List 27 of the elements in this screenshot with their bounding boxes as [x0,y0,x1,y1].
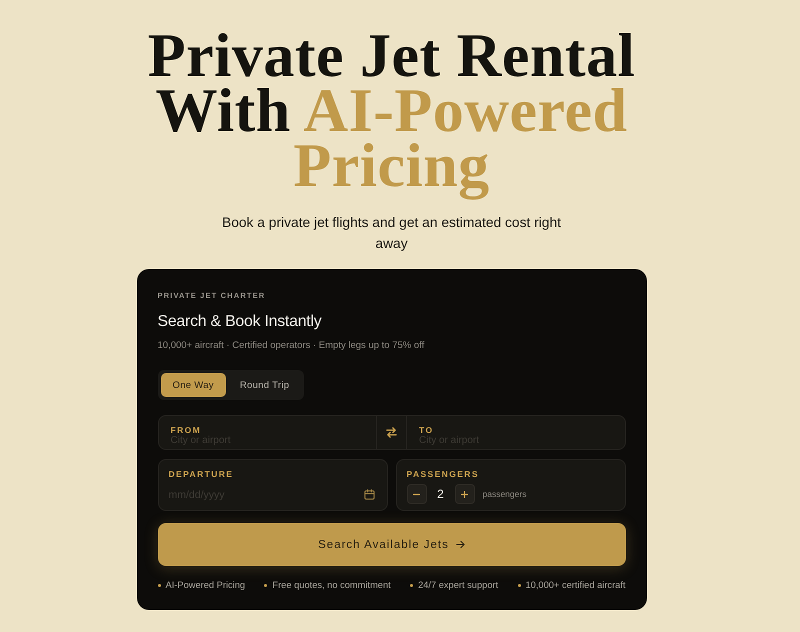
feature-text: 24/7 expert support [418,579,498,591]
headline: Private Jet Rental With AI-Powered Pricing [146,29,636,199]
bullet-dot-icon [410,584,414,586]
subtitle: Book a private jet flights and get an estimated cost right away [221,214,562,253]
arrow-right-icon [456,540,465,549]
field-label: DEPARTURE [168,469,234,479]
field-label: TO [419,425,434,435]
calendar-icon [364,489,374,500]
bullet-dot-icon [518,584,520,586]
passenger-count: 2 [436,487,445,501]
bullet-dot-icon [264,584,268,586]
trip-type-tab[interactable]: Round Trip [228,373,302,397]
tagline: 10,000+ aircraft · Certified operators · Empty legs up to 75% off [158,339,424,353]
passengers-unit-label: passengers [482,489,526,499]
feature-text: 10,000+ certified aircraft [526,579,626,591]
increment-button[interactable] [454,484,474,504]
plus-icon [461,490,468,498]
bullet-dot-icon [158,584,160,586]
field-label: FROM [170,425,202,435]
trip-type-tab[interactable]: One Way [160,373,226,397]
card-title: Search & Book Instantly [158,312,322,332]
feature-text: Free quotes, no commitment [272,579,391,591]
swap-icon [386,427,397,438]
field-label: PASSENGERS [406,469,479,479]
feature-text: AI-Powered Pricing [166,579,246,591]
swap-button[interactable] [376,416,407,449]
search-button[interactable]: Search Available Jets [158,523,626,566]
